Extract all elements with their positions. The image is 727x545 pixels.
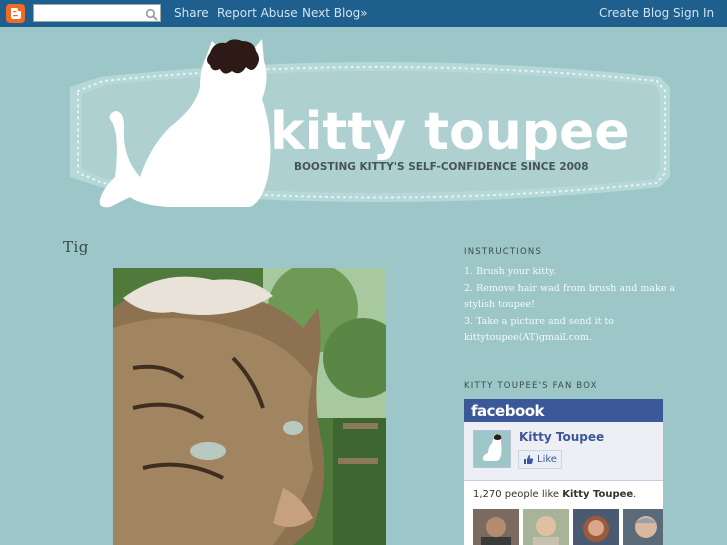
blog-tagline: BOOSTING KITTY'S SELF-CONFIDENCE SINCE 2… bbox=[294, 161, 589, 173]
page-avatar[interactable] bbox=[473, 430, 511, 468]
sign-in-link[interactable]: Sign In bbox=[673, 6, 714, 20]
blogger-logo-icon[interactable] bbox=[6, 4, 25, 23]
instruction-line: 2. Remove hair wad from brush and make a bbox=[464, 283, 676, 294]
header-banner[interactable]: kitty toupee BOOSTING KITTY'S SELF-CONFI… bbox=[0, 27, 727, 227]
page-name-inline[interactable]: Kitty Toupee bbox=[562, 489, 633, 500]
facebook-page-info: Kitty Toupee Like bbox=[464, 422, 663, 481]
post-title[interactable]: Tig bbox=[63, 238, 89, 256]
like-label: Like bbox=[537, 454, 557, 465]
fanbox-heading: KITTY TOUPEE'S FAN BOX bbox=[464, 381, 598, 391]
cat-photo[interactable] bbox=[113, 268, 386, 545]
facebook-logo[interactable]: facebook bbox=[471, 402, 545, 420]
fan-avatar[interactable] bbox=[523, 509, 569, 545]
instruction-line: stylish toupee! bbox=[464, 299, 535, 310]
facebook-fan-box: facebook Kitty Toupee Like 1,270 people … bbox=[464, 399, 663, 545]
facebook-header-bar: facebook bbox=[464, 399, 663, 422]
fan-count: 1,270 people like Kitty Toupee. bbox=[473, 489, 637, 500]
instruction-line: 3. Take a picture and send it to bbox=[464, 316, 615, 327]
search-input[interactable] bbox=[33, 4, 161, 22]
instruction-line: kittytoupee(AT)gmail.com. bbox=[464, 332, 592, 343]
next-blog-link[interactable]: Next Blog» bbox=[302, 6, 368, 20]
blogger-navbar: Share Report Abuse Next Blog» Create Blo… bbox=[0, 0, 727, 27]
fan-avatar[interactable] bbox=[623, 509, 663, 545]
share-link[interactable]: Share bbox=[174, 6, 209, 20]
instruction-line: 1. Brush your kitty. bbox=[464, 266, 557, 277]
blog-title[interactable]: kitty toupee bbox=[270, 102, 629, 162]
page-name-link[interactable]: Kitty Toupee bbox=[519, 430, 604, 444]
instructions-heading: INSTRUCTIONS bbox=[464, 247, 543, 257]
search-icon[interactable] bbox=[145, 6, 158, 25]
fan-avatar[interactable] bbox=[573, 509, 619, 545]
like-button[interactable]: Like bbox=[518, 450, 562, 469]
thumbs-up-icon bbox=[524, 455, 534, 464]
fan-avatar[interactable] bbox=[473, 509, 519, 545]
create-blog-link[interactable]: Create Blog bbox=[599, 6, 669, 20]
report-abuse-link[interactable]: Report Abuse bbox=[217, 6, 298, 20]
